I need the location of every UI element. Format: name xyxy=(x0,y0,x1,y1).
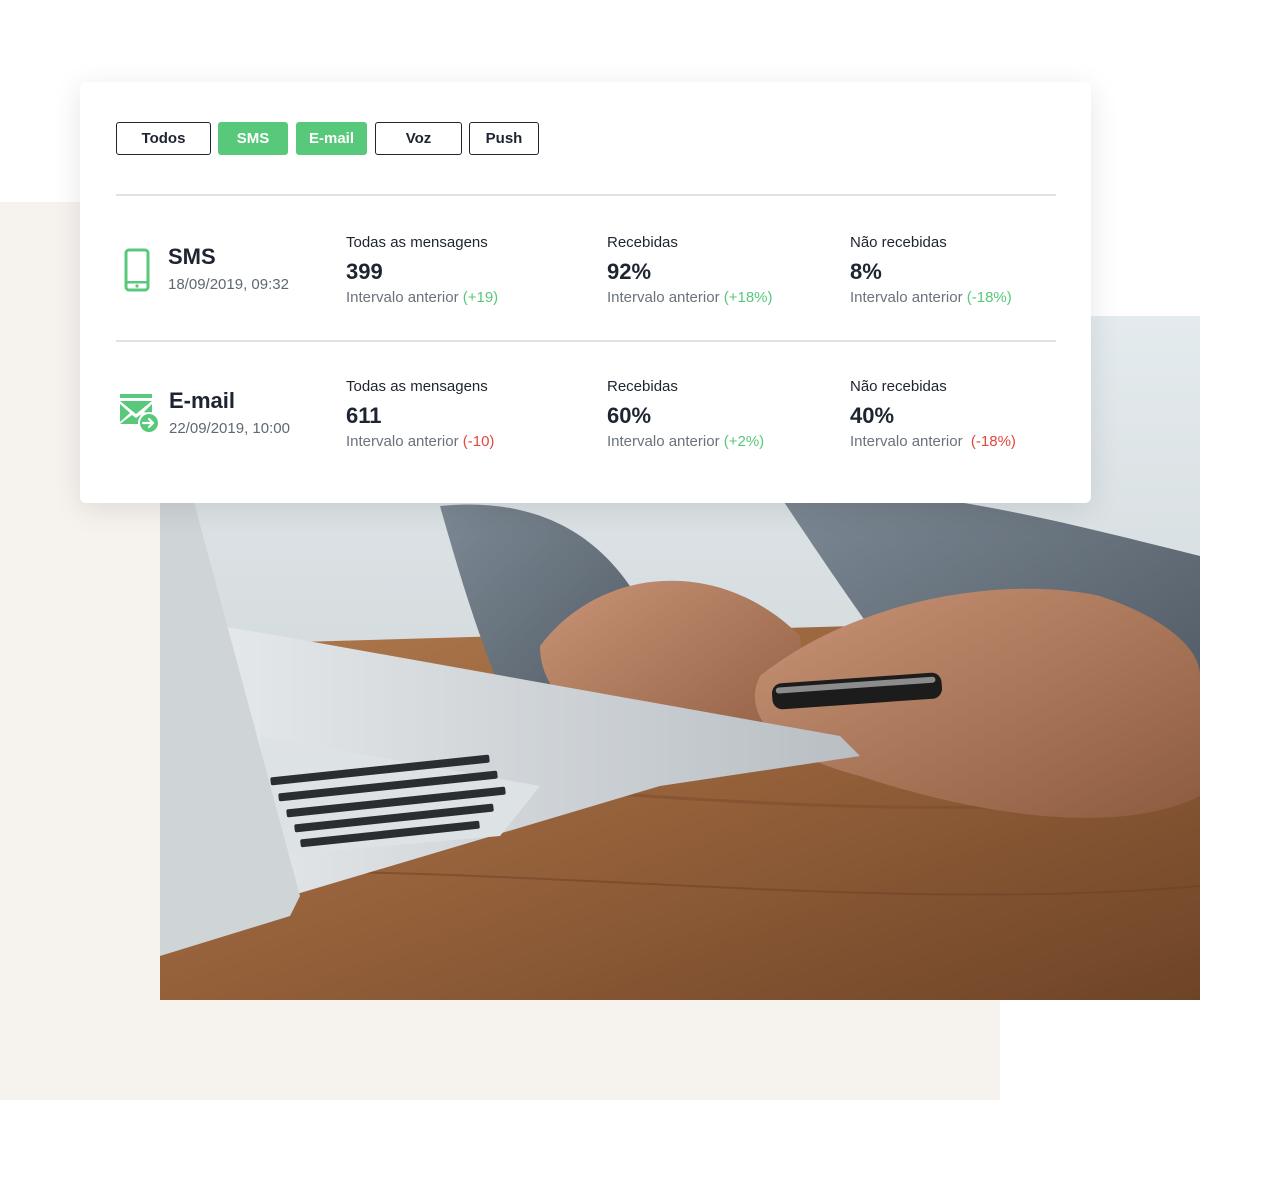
metric-all-messages: Todas as mensagens 611 Intervalo anterio… xyxy=(346,378,494,450)
metric-value: 611 xyxy=(346,403,382,428)
delta-value: (+19) xyxy=(462,289,499,306)
channel-name: E-mail xyxy=(169,388,236,413)
metric-received: Recebidas 92% Intervalo anterior (+18%) xyxy=(607,234,773,306)
previous-interval-label: Intervalo anterior xyxy=(607,289,720,306)
metric-label: Recebidas xyxy=(607,378,678,395)
previous-interval-label: Intervalo anterior xyxy=(850,433,963,450)
metric-value: 8% xyxy=(850,259,882,284)
metric-label: Todas as mensagens xyxy=(346,234,488,251)
metric-label: Todas as mensagens xyxy=(346,378,488,395)
channel-date: 22/09/2019, 10:00 xyxy=(169,420,290,437)
filter-todos-button[interactable]: Todos xyxy=(116,122,211,155)
delta-value: (-10) xyxy=(462,433,495,450)
previous-interval-label: Intervalo anterior xyxy=(607,433,720,450)
metric-value: 60% xyxy=(607,403,652,428)
metric-value: 40% xyxy=(850,403,895,428)
divider xyxy=(116,340,1056,342)
metric-not-received: Não recebidas 8% Intervalo anterior (-18… xyxy=(850,234,1012,306)
email-send-icon xyxy=(118,392,160,439)
filter-email-button[interactable]: E-mail xyxy=(296,122,367,155)
metric-label: Não recebidas xyxy=(850,378,947,395)
metric-label: Não recebidas xyxy=(850,234,947,251)
delta-value: (-18%) xyxy=(966,289,1012,306)
channel-name: SMS xyxy=(168,244,216,269)
smartphone-icon xyxy=(124,248,150,297)
stats-card: Todos SMS E-mail Voz Push SMS 18/09/2019… xyxy=(80,82,1091,503)
filter-sms-button[interactable]: SMS xyxy=(218,122,288,155)
filter-voz-button[interactable]: Voz xyxy=(375,122,462,155)
previous-interval-label: Intervalo anterior xyxy=(850,289,963,306)
delta-value: (+18%) xyxy=(723,289,773,306)
delta-value: (+2%) xyxy=(723,433,765,450)
delta-value: (-18%) xyxy=(970,433,1016,450)
divider xyxy=(116,194,1056,196)
metric-received: Recebidas 60% Intervalo anterior (+2%) xyxy=(607,378,764,450)
channel-row-sms: SMS 18/09/2019, 09:32 Todas as mensagens… xyxy=(116,234,1056,314)
channel-row-email: E-mail 22/09/2019, 10:00 Todas as mensag… xyxy=(116,378,1056,458)
metric-value: 92% xyxy=(607,259,652,284)
metric-label: Recebidas xyxy=(607,234,678,251)
metric-not-received: Não recebidas 40% Intervalo anterior (-1… xyxy=(850,378,1016,450)
metric-value: 399 xyxy=(346,259,383,284)
previous-interval-label: Intervalo anterior xyxy=(346,433,459,450)
metric-all-messages: Todas as mensagens 399 Intervalo anterio… xyxy=(346,234,498,306)
previous-interval-label: Intervalo anterior xyxy=(346,289,459,306)
channel-date: 18/09/2019, 09:32 xyxy=(168,276,289,293)
filter-push-button[interactable]: Push xyxy=(469,122,539,155)
